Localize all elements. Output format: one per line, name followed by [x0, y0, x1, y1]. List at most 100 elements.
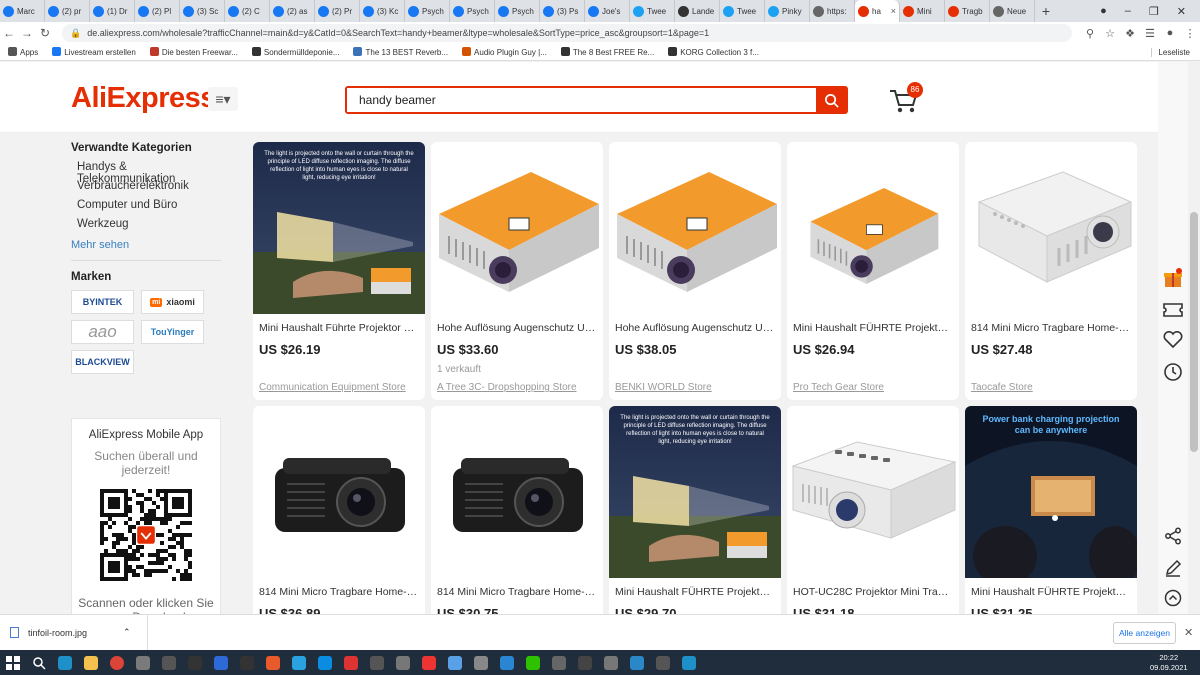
- app-promo-download-text[interactable]: Scannen oder klicken Sie zum Download: [72, 596, 220, 614]
- bookmark-item[interactable]: The 8 Best FREE Re...: [560, 47, 654, 57]
- product-image[interactable]: [609, 142, 781, 314]
- bookmark-item[interactable]: Die besten Freewar...: [149, 47, 238, 57]
- gift-icon[interactable]: [1158, 264, 1188, 292]
- product-card[interactable]: Hohe Auflösung Augenschutz Uc2... US $38.…: [609, 142, 781, 400]
- brand-logo-touyinger[interactable]: TouYinger: [141, 320, 204, 344]
- bookmark-item[interactable]: The 13 BEST Reverb...: [353, 47, 448, 57]
- show-all-downloads-button[interactable]: Alle anzeigen: [1113, 622, 1176, 644]
- product-image[interactable]: [431, 406, 603, 578]
- browser-tab[interactable]: Pinky: [765, 0, 810, 22]
- profile-avatar-icon[interactable]: ●: [1160, 27, 1180, 39]
- browser-tab[interactable]: Twee: [630, 0, 675, 22]
- search-icon[interactable]: [26, 650, 52, 675]
- product-title[interactable]: 814 Mini Micro Tragbare Home-En...: [431, 586, 603, 598]
- download-chevron-icon[interactable]: ⌃: [123, 627, 131, 638]
- browser-tab[interactable]: (3) Ps: [540, 0, 585, 22]
- chrome-icon[interactable]: [104, 650, 130, 675]
- product-image[interactable]: The light is projected onto the wall or …: [253, 142, 425, 314]
- product-title[interactable]: Mini Haushalt FÜHRTE Projektor U...: [965, 586, 1137, 598]
- search-input[interactable]: [347, 88, 816, 112]
- product-card[interactable]: 814 Mini Micro Tragbare Home-En... US $27…: [965, 142, 1137, 400]
- browser-tab[interactable]: Psych: [450, 0, 495, 22]
- new-tab-icon[interactable]: +: [1035, 3, 1057, 19]
- product-title[interactable]: Hohe Auflösung Augenschutz Uc2...: [431, 322, 603, 334]
- browser-tab[interactable]: ha ×: [855, 0, 900, 22]
- app-icon[interactable]: [624, 650, 650, 675]
- product-image[interactable]: [965, 142, 1137, 314]
- browser-tab[interactable]: Lande: [675, 0, 720, 22]
- close-download-bar-icon[interactable]: ✕: [1184, 626, 1193, 639]
- store-link[interactable]: Communication Equipment Store: [253, 382, 425, 393]
- reading-list-toolbar-icon[interactable]: ☰: [1140, 27, 1160, 40]
- downloaded-file-name[interactable]: tinfoil-room.jpg: [28, 628, 87, 638]
- product-image[interactable]: [787, 406, 959, 578]
- browser-tab[interactable]: Psych: [405, 0, 450, 22]
- store-link[interactable]: A Tree 3C- Dropshopping Store: [431, 382, 603, 393]
- product-title[interactable]: Hohe Auflösung Augenschutz Uc2...: [609, 322, 781, 334]
- app-icon[interactable]: [156, 650, 182, 675]
- app-icon[interactable]: [338, 650, 364, 675]
- browser-tab[interactable]: Twee: [720, 0, 765, 22]
- page-scrollbar[interactable]: [1188, 62, 1200, 614]
- app-icon[interactable]: [442, 650, 468, 675]
- brand-logo-xiaomi[interactable]: mi xiaomi: [141, 290, 204, 314]
- product-card[interactable]: Mini Haushalt FÜHRTE Projektor U... US $2…: [787, 142, 959, 400]
- zoom-icon[interactable]: ⚲: [1080, 27, 1100, 40]
- product-title[interactable]: Mini Haushalt Führte Projektor Us...: [253, 322, 425, 334]
- profile-menu-icon[interactable]: ●: [1100, 5, 1107, 18]
- browser-tab[interactable]: Psych: [495, 0, 540, 22]
- wechat-icon[interactable]: [520, 650, 546, 675]
- reload-icon[interactable]: ↻: [36, 26, 54, 40]
- category-menu-button[interactable]: ≡▾: [208, 87, 238, 111]
- app-icon[interactable]: [494, 650, 520, 675]
- app-icon[interactable]: [234, 650, 260, 675]
- brand-logo-byintek[interactable]: BYINTEK: [71, 290, 134, 314]
- product-image[interactable]: [787, 142, 959, 314]
- product-card[interactable]: The light is projected onto the wall or …: [609, 406, 781, 614]
- wishlist-heart-icon[interactable]: [1158, 326, 1188, 354]
- product-card[interactable]: Hohe Auflösung Augenschutz Uc2... US $33.…: [431, 142, 603, 400]
- product-title[interactable]: 814 Mini Micro Tragbare Home-En...: [965, 322, 1137, 334]
- product-card[interactable]: 814 Mini Micro Tragbare Home-En... US $30…: [431, 406, 603, 614]
- share-icon[interactable]: [1158, 522, 1188, 550]
- store-link[interactable]: BENKI WORLD Store: [609, 382, 781, 393]
- back-to-top-icon[interactable]: [1158, 584, 1188, 612]
- app-icon[interactable]: [364, 650, 390, 675]
- sidebar-category-link[interactable]: Werkzeug: [71, 218, 221, 237]
- app-icon[interactable]: [260, 650, 286, 675]
- qr-code-image[interactable]: [100, 489, 192, 581]
- product-title[interactable]: Mini Haushalt FÜHRTE Projektor U...: [787, 322, 959, 334]
- coupon-icon[interactable]: [1158, 296, 1188, 324]
- browser-tab[interactable]: (2) Pl: [135, 0, 180, 22]
- star-bookmark-icon[interactable]: ☆: [1100, 27, 1120, 40]
- file-explorer-icon[interactable]: [78, 650, 104, 675]
- sidebar-category-link[interactable]: Handys & Telekommunikation: [71, 161, 221, 185]
- product-image[interactable]: The light is projected onto the wall or …: [609, 406, 781, 578]
- taskbar-clock[interactable]: 20:22 09.09.2021: [1150, 653, 1188, 673]
- app-icon[interactable]: [390, 650, 416, 675]
- app-icon[interactable]: [598, 650, 624, 675]
- app-icon[interactable]: [546, 650, 572, 675]
- bookmark-item[interactable]: Apps: [8, 47, 38, 57]
- browser-tab[interactable]: (2) pr: [45, 0, 90, 22]
- bookmark-item[interactable]: Livestream erstellen: [52, 47, 136, 57]
- browser-tab[interactable]: (1) Dr: [90, 0, 135, 22]
- bookmark-item[interactable]: KORG Collection 3 f...: [668, 47, 759, 57]
- app-icon[interactable]: [130, 650, 156, 675]
- browser-tab[interactable]: (3) Sc: [180, 0, 225, 22]
- app-icon[interactable]: [572, 650, 598, 675]
- product-card[interactable]: The light is projected onto the wall or …: [253, 142, 425, 400]
- see-more-link[interactable]: Mehr sehen: [71, 239, 221, 251]
- product-title[interactable]: HOT-UC28C Projektor Mini Tragba...: [787, 586, 959, 598]
- bookmark-item[interactable]: Sondermülldeponie...: [251, 47, 339, 57]
- store-link[interactable]: Pro Tech Gear Store: [787, 382, 959, 393]
- product-image[interactable]: [431, 142, 603, 314]
- feedback-pen-icon[interactable]: [1158, 554, 1188, 582]
- scrollbar-thumb[interactable]: [1190, 212, 1198, 452]
- product-card[interactable]: Power bank charging projection can be an…: [965, 406, 1137, 614]
- product-image[interactable]: Power bank charging projection can be an…: [965, 406, 1137, 578]
- product-card[interactable]: HOT-UC28C Projektor Mini Tragba... US $31…: [787, 406, 959, 614]
- telegram-icon[interactable]: [286, 650, 312, 675]
- browser-tab[interactable]: Tragb: [945, 0, 990, 22]
- browser-tab[interactable]: Marc: [0, 0, 45, 22]
